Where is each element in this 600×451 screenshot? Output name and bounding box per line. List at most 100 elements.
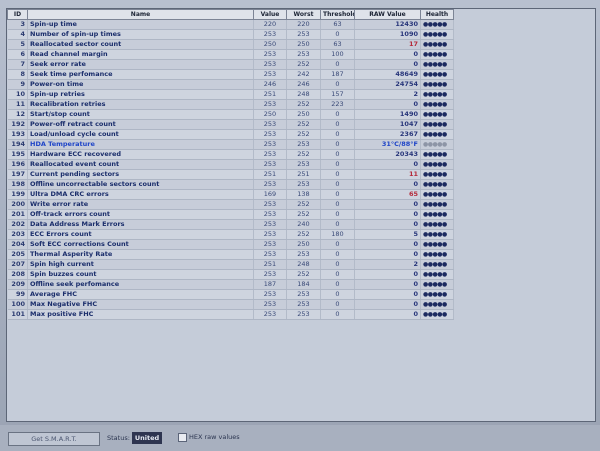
table-row[interactable]: 11 Recalibration retries 253 252 223 0 ●●●●● [7,99,454,110]
attr-id: 196 [7,159,28,170]
attr-health: ●●●●● [420,289,454,300]
table-row[interactable]: 100 Max Negative FHC 253 253 0 0 ●●●●● [7,299,454,310]
attr-threshold: 0 [320,109,355,120]
attr-raw-value: 0 [354,199,421,210]
attr-value: 253 [253,199,287,210]
attr-threshold: 187 [320,69,355,80]
attr-raw-value: 20343 [354,149,421,160]
attr-id: 203 [7,229,28,240]
attr-threshold: 0 [320,219,355,230]
hex-raw-checkbox[interactable] [178,433,187,442]
table-row[interactable]: 201 Off-track errors count 253 252 0 0 ●●●●● [7,209,454,220]
attr-threshold: 0 [320,129,355,140]
table-row[interactable]: 204 Soft ECC corrections Count 253 250 0 0 ●●●… [7,239,454,250]
attr-health: ●●●●● [420,239,454,250]
attr-threshold: 0 [320,269,355,280]
attr-value: 253 [253,69,287,80]
col-header-raw[interactable]: RAW Value [354,9,421,20]
col-header-health[interactable]: Health [420,9,454,20]
smart-table-panel[interactable]: ID Name Value Worst Threshold RAW Value … [6,8,596,422]
attr-name: Start/stop count [27,109,254,120]
attr-worst: 250 [286,109,321,120]
attr-threshold: 0 [320,299,355,310]
get-smart-button[interactable]: Get S.M.A.R.T. [8,432,100,446]
table-row[interactable]: 8 Seek time perfomance 253 242 187 48649 ●●●●● [7,69,454,80]
table-row[interactable]: 199 Ultra DMA CRC errors 169 138 0 65 ●●●●● [7,189,454,200]
attr-threshold: 157 [320,89,355,100]
attr-id: 193 [7,129,28,140]
attr-health: ●●●●● [420,199,454,210]
attr-name: Read channel margin [27,49,254,60]
attr-health: ●●●●● [420,29,454,40]
attr-value: 253 [253,119,287,130]
attr-raw-value: 0 [354,249,421,260]
attr-health: ●●●●● [420,39,454,50]
attr-worst: 253 [286,49,321,60]
attr-raw-value: 2 [354,89,421,100]
table-row[interactable]: 195 Hardware ECC recovered 253 252 0 20343 ●●●… [7,149,454,160]
table-row[interactable]: 198 Offline uncorrectable sectors count 25… [7,179,454,190]
attr-health: ●●●●● [420,129,454,140]
col-header-threshold[interactable]: Threshold [320,9,355,20]
attr-raw-value: 0 [354,299,421,310]
col-header-name[interactable]: Name [27,9,254,20]
attr-health: ●●●●● [420,79,454,90]
table-row[interactable]: 208 Spin buzzes count 253 252 0 0 ●●●●● [7,269,454,280]
attr-threshold: 0 [320,289,355,300]
attr-id: 198 [7,179,28,190]
attr-raw-value: 12430 [354,19,421,30]
attr-value: 253 [253,29,287,40]
table-row[interactable]: 101 Max positive FHC 253 253 0 0 ●●●●● [7,309,454,320]
attr-name: Thermal Asperity Rate [27,249,254,260]
attr-worst: 248 [286,89,321,100]
attr-threshold: 0 [320,119,355,130]
table-row[interactable]: 200 Write error rate 253 252 0 0 ●●●●● [7,199,454,210]
table-row[interactable]: 10 Spin-up retries 251 248 157 2 ●●●●● [7,89,454,100]
attr-worst: 220 [286,19,321,30]
attr-raw-value: 17 [354,39,421,50]
bottom-toolbar: Get S.M.A.R.T. Status: United HEX raw va… [0,425,600,451]
attr-worst: 252 [286,99,321,110]
table-row[interactable]: 99 Average FHC 253 253 0 0 ●●●●● [7,289,454,300]
table-row[interactable]: 194 HDA Temperature 253 253 0 31°C/88°F ●●●●● [7,139,454,150]
attr-threshold: 223 [320,99,355,110]
col-header-worst[interactable]: Worst [286,9,321,20]
table-row[interactable]: 192 Power-off retract count 253 252 0 1047 ●●●… [7,119,454,130]
table-row[interactable]: 4 Number of spin-up times 253 253 0 1090 ●●●●● [7,29,454,40]
attr-worst: 252 [286,119,321,130]
table-row[interactable]: 9 Power-on time 246 246 0 24754 ●●●●● [7,79,454,90]
table-row[interactable]: 5 Reallocated sector count 250 250 63 17 ●●●●● [7,39,454,50]
attr-id: 200 [7,199,28,210]
attr-value: 251 [253,169,287,180]
table-row[interactable]: 6 Read channel margin 253 253 100 0 ●●●●● [7,49,454,60]
table-row[interactable]: 3 Spin-up time 220 220 63 12430 ●●●●● [7,19,454,30]
attr-worst: 252 [286,209,321,220]
table-row[interactable]: 196 Reallocated event count 253 253 0 0 ●●●●● [7,159,454,170]
attr-threshold: 0 [320,199,355,210]
table-row[interactable]: 207 Spin high current 251 248 0 2 ●●●●● [7,259,454,270]
attr-raw-value: 0 [354,219,421,230]
attr-threshold: 0 [320,59,355,70]
table-row[interactable]: 203 ECC Errors count 253 252 180 5 ●●●●● [7,229,454,240]
table-row[interactable]: 209 Offline seek perfomance 187 184 0 0 ●●●●● [7,279,454,290]
table-row[interactable]: 202 Data Address Mark Errors 253 240 0 0 ●●●●● [7,219,454,230]
attr-worst: 253 [286,289,321,300]
table-row[interactable]: 12 Start/stop count 250 250 0 1490 ●●●●● [7,109,454,120]
attr-worst: 246 [286,79,321,90]
attr-threshold: 0 [320,159,355,170]
attr-threshold: 63 [320,19,355,30]
attr-value: 251 [253,89,287,100]
attr-threshold: 0 [320,179,355,190]
col-header-id[interactable]: ID [7,9,28,20]
table-row[interactable]: 197 Current pending sectors 251 251 0 11 ●●●●● [7,169,454,180]
attr-health: ●●●●● [420,299,454,310]
attr-value: 253 [253,309,287,320]
attr-value: 250 [253,39,287,50]
table-row[interactable]: 193 Load/unload cycle count 253 252 0 2367 ●●●… [7,129,454,140]
attr-health: ●●●●● [420,159,454,170]
table-row[interactable]: 7 Seek error rate 253 252 0 0 ●●●●● [7,59,454,70]
attr-name: HDA Temperature [27,139,254,150]
table-row[interactable]: 205 Thermal Asperity Rate 253 253 0 0 ●●●●● [7,249,454,260]
attr-value: 220 [253,19,287,30]
col-header-value[interactable]: Value [253,9,287,20]
